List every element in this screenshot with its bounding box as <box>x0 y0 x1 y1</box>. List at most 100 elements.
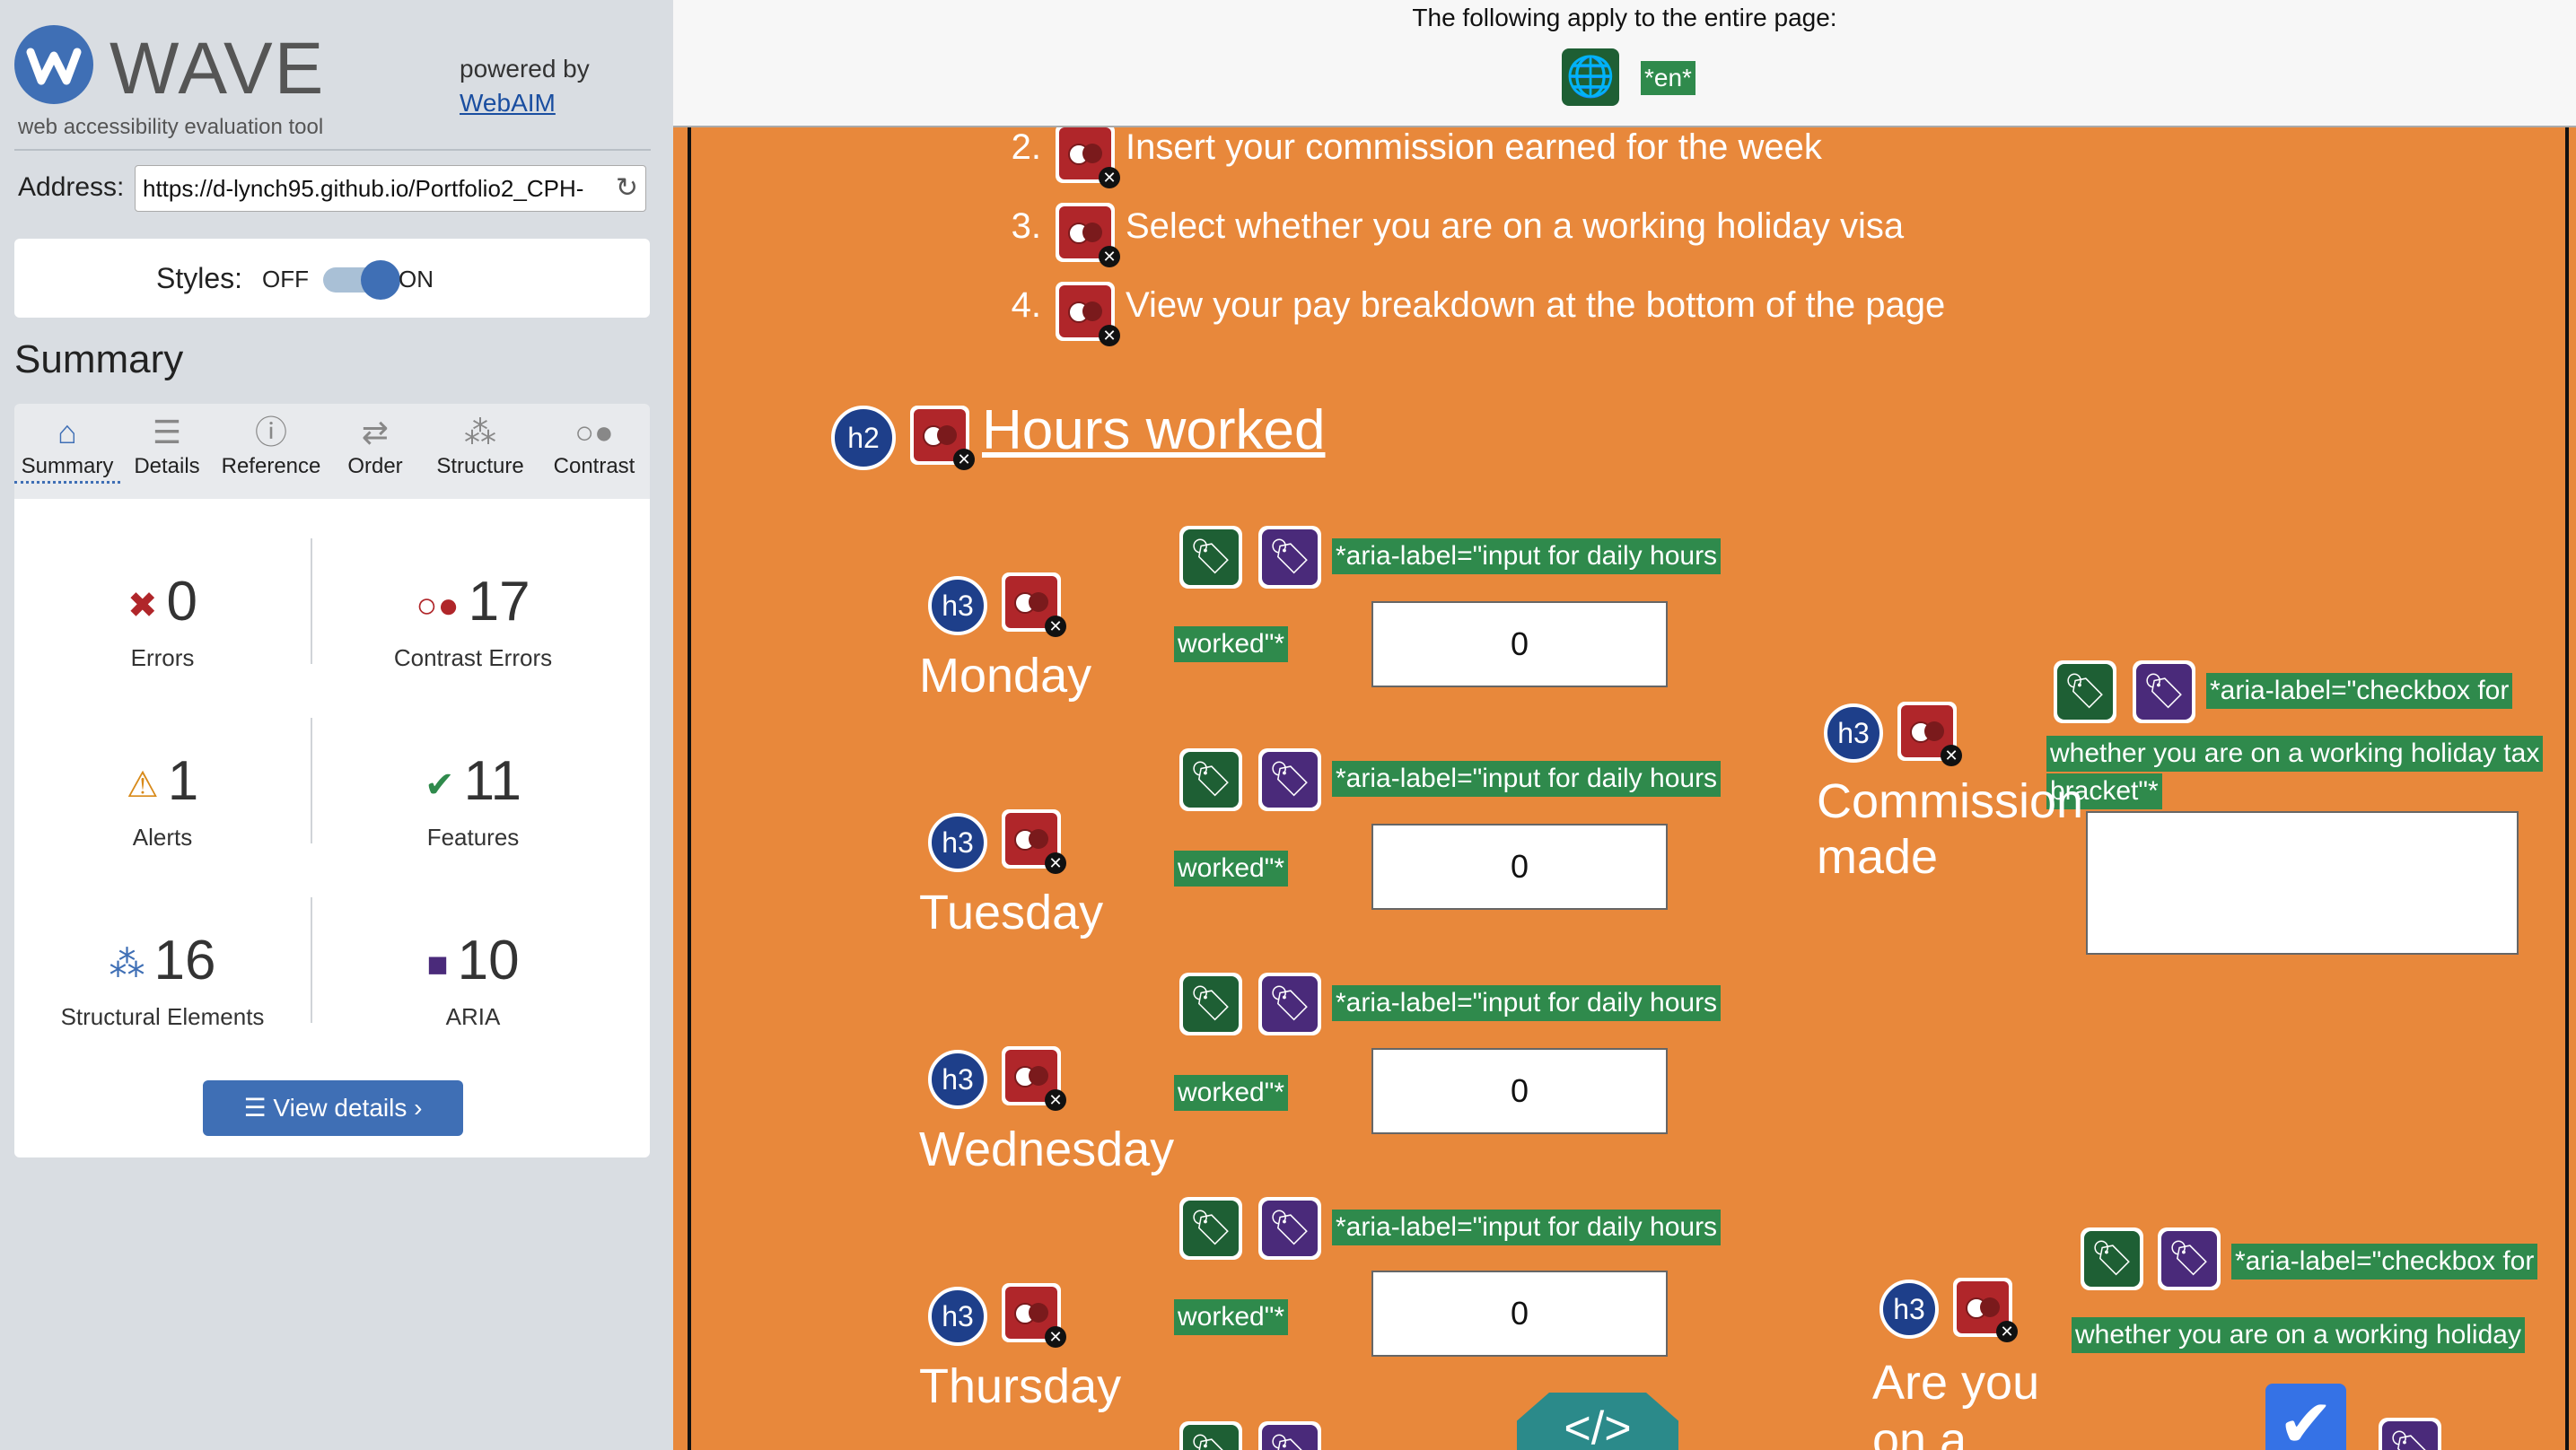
contrast-error-icon[interactable]: ✕ <box>1056 203 1120 267</box>
hours-input-monday[interactable]: 0 <box>1371 601 1668 687</box>
page-info-text: The following apply to the entire page: <box>1412 4 1837 31</box>
home-icon: ⌂ <box>57 414 77 450</box>
aria-label: ARIA <box>445 1002 501 1030</box>
stat-contrast-errors[interactable]: ○● 17 Contrast Errors <box>325 571 621 672</box>
styles-label: Styles: <box>156 262 243 294</box>
contrast-error-icon[interactable]: ✕ <box>1056 282 1120 346</box>
stat-aria[interactable]: ■ 10 ARIA <box>325 930 621 1031</box>
h2-badge[interactable]: h2 <box>831 406 896 470</box>
aria-tag-icon[interactable]: 🏷 <box>1258 1197 1321 1260</box>
contrast-error-icon[interactable]: ✕ <box>1002 809 1066 874</box>
alerts-count: 1 <box>167 750 199 812</box>
divider <box>311 897 312 1023</box>
aria-tag-icon[interactable]: 🏷 <box>1258 526 1321 589</box>
aria-tag-icon[interactable]: 🏷 <box>1258 1421 1321 1450</box>
holiday-heading-line-1: Are you <box>1872 1356 2040 1410</box>
tab-structure[interactable]: ⁂ Structure <box>422 404 539 499</box>
contrast-error-icon[interactable]: ✕ <box>1953 1278 2018 1342</box>
holiday-heading-line-2: on a <box>1872 1413 1967 1450</box>
reload-icon[interactable]: ↻ <box>609 166 638 211</box>
h3-badge[interactable]: h3 <box>928 1050 987 1109</box>
label-tag-icon[interactable]: 🏷 <box>1179 526 1242 589</box>
h3-badge[interactable]: h3 <box>1879 1280 1939 1339</box>
day-heading-thursday: Thursday <box>919 1359 1122 1413</box>
aria-tag-icon[interactable]: 🏷 <box>2158 1227 2221 1290</box>
errors-label: Errors <box>130 643 195 671</box>
h3-badge[interactable]: h3 <box>1824 703 1883 763</box>
alert-icon: ⚠ <box>126 764 159 805</box>
label-tag-icon[interactable]: 🏷 <box>1179 1197 1242 1260</box>
working-holiday-checkbox[interactable]: ✔ <box>2265 1384 2346 1450</box>
contrast-error-icon[interactable]: ✕ <box>1056 127 1120 188</box>
code-toggle-button[interactable]: </> <box>1517 1393 1678 1450</box>
aria-tag-icon[interactable]: 🏷 <box>2133 660 2195 723</box>
logo-tagline: web accessibility evaluation tool <box>18 115 324 139</box>
tab-contrast[interactable]: ○● Contrast <box>539 404 650 499</box>
summary-panel: ✖ 0 Errors ○● 17 Contrast Errors ⚠ 1 Alerts… <box>14 499 650 1157</box>
hours-input-wednesday[interactable]: 0 <box>1371 1048 1668 1134</box>
tab-summary[interactable]: ⌂ Summary <box>14 404 120 499</box>
globe-icon[interactable]: 🌐 <box>1562 48 1619 106</box>
aria-label-text: *aria-label="checkbox for <box>2206 673 2513 709</box>
aria-label-text: *aria-label="checkbox for <box>2231 1244 2538 1280</box>
order-icon: ⇄ <box>361 414 390 450</box>
h3-badge[interactable]: h3 <box>928 1287 987 1346</box>
aria-tag-icon[interactable]: 🏷 <box>2379 1418 2441 1450</box>
aria-tag-icon[interactable]: 🏷 <box>1258 973 1321 1035</box>
label-tag-icon[interactable]: 🏷 <box>1179 1421 1242 1450</box>
tab-order[interactable]: ⇄ Order <box>329 404 422 499</box>
contrast-errors-count: 17 <box>468 571 530 633</box>
features-count: 11 <box>463 750 521 812</box>
contrast-error-icon: ○● <box>416 585 460 625</box>
styles-toggle[interactable] <box>323 260 400 300</box>
structural-label: Structural Elements <box>60 1002 265 1030</box>
address-label: Address: <box>18 172 125 202</box>
tab-label: Contrast <box>553 454 635 478</box>
aria-count: 10 <box>457 930 520 991</box>
aria-label-text: *aria-label="input for daily hours <box>1332 538 1722 574</box>
commission-input[interactable] <box>2086 811 2519 955</box>
address-input[interactable]: https://d-lynch95.github.io/Portfolio2_C… <box>135 165 646 212</box>
contrast-error-icon[interactable]: ✕ <box>1002 1046 1066 1111</box>
label-tag-icon[interactable]: 🏷 <box>1179 973 1242 1035</box>
address-value: https://d-lynch95.github.io/Portfolio2_C… <box>143 175 584 202</box>
commission-heading-line-1: Commission <box>1817 774 2084 828</box>
aria-label-text: worked"* <box>1174 851 1289 887</box>
hours-worked-heading: Hours worked <box>982 399 1326 461</box>
alerts-label: Alerts <box>132 823 193 851</box>
page-info-bar: The following apply to the entire page: … <box>673 0 2576 127</box>
contrast-error-icon[interactable]: ✕ <box>1002 1283 1066 1348</box>
tab-label: Details <box>134 454 200 478</box>
stat-alerts[interactable]: ⚠ 1 Alerts <box>14 750 311 852</box>
stat-features[interactable]: ✔ 11 Features <box>325 750 621 852</box>
aria-label-text: *aria-label="input for daily hours <box>1332 1210 1722 1245</box>
aria-tag-icon[interactable]: 🏷 <box>1258 748 1321 811</box>
styles-on-label: ON <box>399 266 434 293</box>
panel-tabs: ⌂ Summary ☰ Details ⓘ Reference ⇄ Order … <box>14 404 650 499</box>
hours-input-thursday[interactable]: 0 <box>1371 1271 1668 1357</box>
tab-reference[interactable]: ⓘ Reference <box>214 404 329 499</box>
contrast-error-icon[interactable]: ✕ <box>1897 702 1962 766</box>
aria-label-text: worked"* <box>1174 626 1289 662</box>
webaim-link[interactable]: WebAIM <box>460 86 590 120</box>
stat-structural[interactable]: ⁂ 16 Structural Elements <box>14 930 311 1031</box>
label-tag-icon[interactable]: 🏷 <box>2054 660 2116 723</box>
contrast-error-icon[interactable]: ✕ <box>1002 572 1066 637</box>
divider <box>311 718 312 843</box>
contrast-error-icon[interactable]: ✕ <box>910 406 975 470</box>
step-number: 3. <box>1011 206 1041 246</box>
h3-badge[interactable]: h3 <box>928 813 987 872</box>
step-text: Insert your commission earned for the we… <box>1126 127 1822 167</box>
step-text: View your pay breakdown at the bottom of… <box>1126 285 1946 325</box>
label-tag-icon[interactable]: 🏷 <box>2081 1227 2143 1290</box>
stat-errors[interactable]: ✖ 0 Errors <box>14 571 311 672</box>
view-details-button[interactable]: ☰ View details › <box>203 1080 463 1136</box>
day-heading-wednesday: Wednesday <box>919 1122 1175 1176</box>
structure-icon: ⁂ <box>109 944 145 984</box>
tab-details[interactable]: ☰ Details <box>120 404 214 499</box>
hours-input-tuesday[interactable]: 0 <box>1371 824 1668 910</box>
aria-icon: ■ <box>426 944 449 984</box>
h3-badge[interactable]: h3 <box>928 576 987 635</box>
list-item: 2. <box>996 127 1041 168</box>
label-tag-icon[interactable]: 🏷 <box>1179 748 1242 811</box>
